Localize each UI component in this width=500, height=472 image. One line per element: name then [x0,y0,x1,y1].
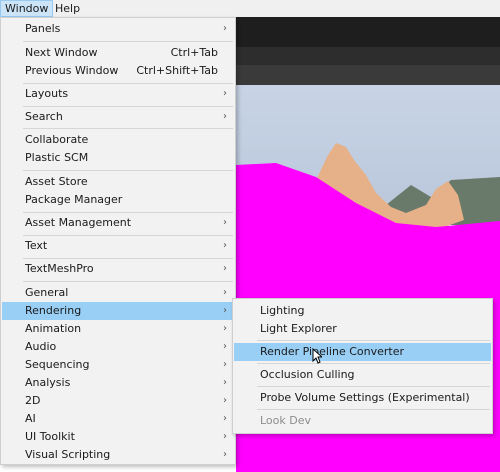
menu-item-label: Layouts [25,87,69,100]
submenu-item-look-dev: Look Dev [234,412,491,430]
shortcut-label: Ctrl+Shift+Tab [136,64,218,77]
menu-separator [257,340,490,341]
menu-separator [23,83,233,84]
submenu-arrow-icon: › [223,359,227,370]
submenu-arrow-icon: › [223,413,227,424]
menu-item-label: Light Explorer [260,322,337,335]
submenu-arrow-icon: › [223,240,227,251]
menu-item-label: Probe Volume Settings (Experimental) [260,391,470,404]
submenu-arrow-icon: › [223,305,227,316]
menu-item-ai[interactable]: AI › [2,410,234,428]
menu-item-rendering[interactable]: Rendering › [2,302,234,320]
submenu-item-render-pipeline-converter[interactable]: Render Pipeline Converter [234,343,491,361]
window-menu: Panels › Next Window Ctrl+Tab Previous Win… [0,17,236,465]
menu-item-plastic-scm[interactable]: Plastic SCM [2,149,234,167]
menu-item-collaborate[interactable]: Collaborate [2,131,234,149]
menu-item-textmeshpro[interactable]: TextMeshPro › [2,260,234,278]
menu-item-asset-store[interactable]: Asset Store [2,173,234,191]
menu-item-asset-management[interactable]: Asset Management › [2,214,234,232]
submenu-arrow-icon: › [223,341,227,352]
submenu-arrow-icon: › [223,23,227,34]
menu-item-label: Visual Scripting [25,448,111,461]
rendering-submenu: Lighting Light Explorer Render Pipeline … [232,298,493,434]
menu-item-label: Panels [25,22,61,35]
menu-item-label: Look Dev [260,414,312,427]
menu-item-label: 2D [25,394,41,407]
menu-item-ui-toolkit[interactable]: UI Toolkit › [2,428,234,446]
menu-item-label: Collaborate [25,133,89,146]
menu-separator [23,106,233,107]
menu-item-label: Next Window [25,46,98,59]
menu-item-label: Lighting [260,304,305,317]
menu-separator [23,170,233,171]
menu-item-label: Analysis [25,376,71,389]
submenu-arrow-icon: › [223,111,227,122]
submenu-item-occlusion-culling[interactable]: Occlusion Culling [234,366,491,384]
menu-item-next-window[interactable]: Next Window Ctrl+Tab [2,44,234,62]
submenu-arrow-icon: › [223,449,227,460]
shortcut-label: Ctrl+Tab [170,46,218,59]
menu-item-label: AI [25,412,36,425]
mouse-pointer-icon [312,348,322,364]
submenu-arrow-icon: › [223,377,227,388]
menu-item-visual-scripting[interactable]: Visual Scripting › [2,446,234,464]
editor-toolbar [236,17,500,47]
menu-separator [257,409,490,410]
menu-separator [23,235,233,236]
menu-item-label: Sequencing [25,358,90,371]
menu-item-label: Previous Window [25,64,119,77]
menu-item-label: Package Manager [25,193,123,206]
menu-item-general[interactable]: General › [2,284,234,302]
menu-separator [257,363,490,364]
menu-item-audio[interactable]: Audio › [2,338,234,356]
menu-item-panels[interactable]: Panels › [2,20,234,38]
menu-item-layouts[interactable]: Layouts › [2,85,234,103]
submenu-arrow-icon: › [223,88,227,99]
menu-item-label: Render Pipeline Converter [260,345,404,358]
menu-item-label: UI Toolkit [25,430,75,443]
menu-item-previous-window[interactable]: Previous Window Ctrl+Shift+Tab [2,62,234,80]
menu-item-label: General [25,286,69,299]
submenu-arrow-icon: › [223,431,227,442]
menu-item-label: Asset Management [25,216,132,229]
menu-item-label: Asset Store [25,175,88,188]
menu-item-sequencing[interactable]: Sequencing › [2,356,234,374]
menu-separator [257,386,490,387]
submenu-arrow-icon: › [223,217,227,228]
menu-separator [23,281,233,282]
menu-item-label: Occlusion Culling [260,368,355,381]
scene-toolbar [236,65,500,85]
menu-bar: Window Help [0,0,500,17]
submenu-arrow-icon: › [223,395,227,406]
menu-separator [23,41,233,42]
menu-item-label: Audio [25,340,57,353]
menu-item-label: Text [25,239,48,252]
editor-tab-strip [236,47,500,65]
menubar-window[interactable]: Window [0,0,54,17]
menu-item-label: TextMeshPro [25,262,94,275]
menu-item-package-manager[interactable]: Package Manager [2,191,234,209]
menu-separator [23,258,233,259]
submenu-item-lighting[interactable]: Lighting [234,302,491,320]
menu-item-animation[interactable]: Animation › [2,320,234,338]
menu-item-label: Rendering [25,304,82,317]
menu-item-label: Animation [25,322,82,335]
submenu-arrow-icon: › [223,263,227,274]
menu-item-label: Search [25,110,63,123]
menu-item-2d[interactable]: 2D › [2,392,234,410]
menubar-help[interactable]: Help [51,0,84,17]
submenu-item-light-explorer[interactable]: Light Explorer [234,320,491,338]
submenu-item-probe-volume-settings[interactable]: Probe Volume Settings (Experimental) [234,389,491,407]
menu-item-search[interactable]: Search › [2,108,234,126]
menu-item-text[interactable]: Text › [2,237,234,255]
menu-item-label: Plastic SCM [25,151,89,164]
submenu-arrow-icon: › [223,323,227,334]
submenu-arrow-icon: › [223,287,227,298]
menu-separator [23,212,233,213]
menu-separator [23,128,233,129]
menu-item-analysis[interactable]: Analysis › [2,374,234,392]
